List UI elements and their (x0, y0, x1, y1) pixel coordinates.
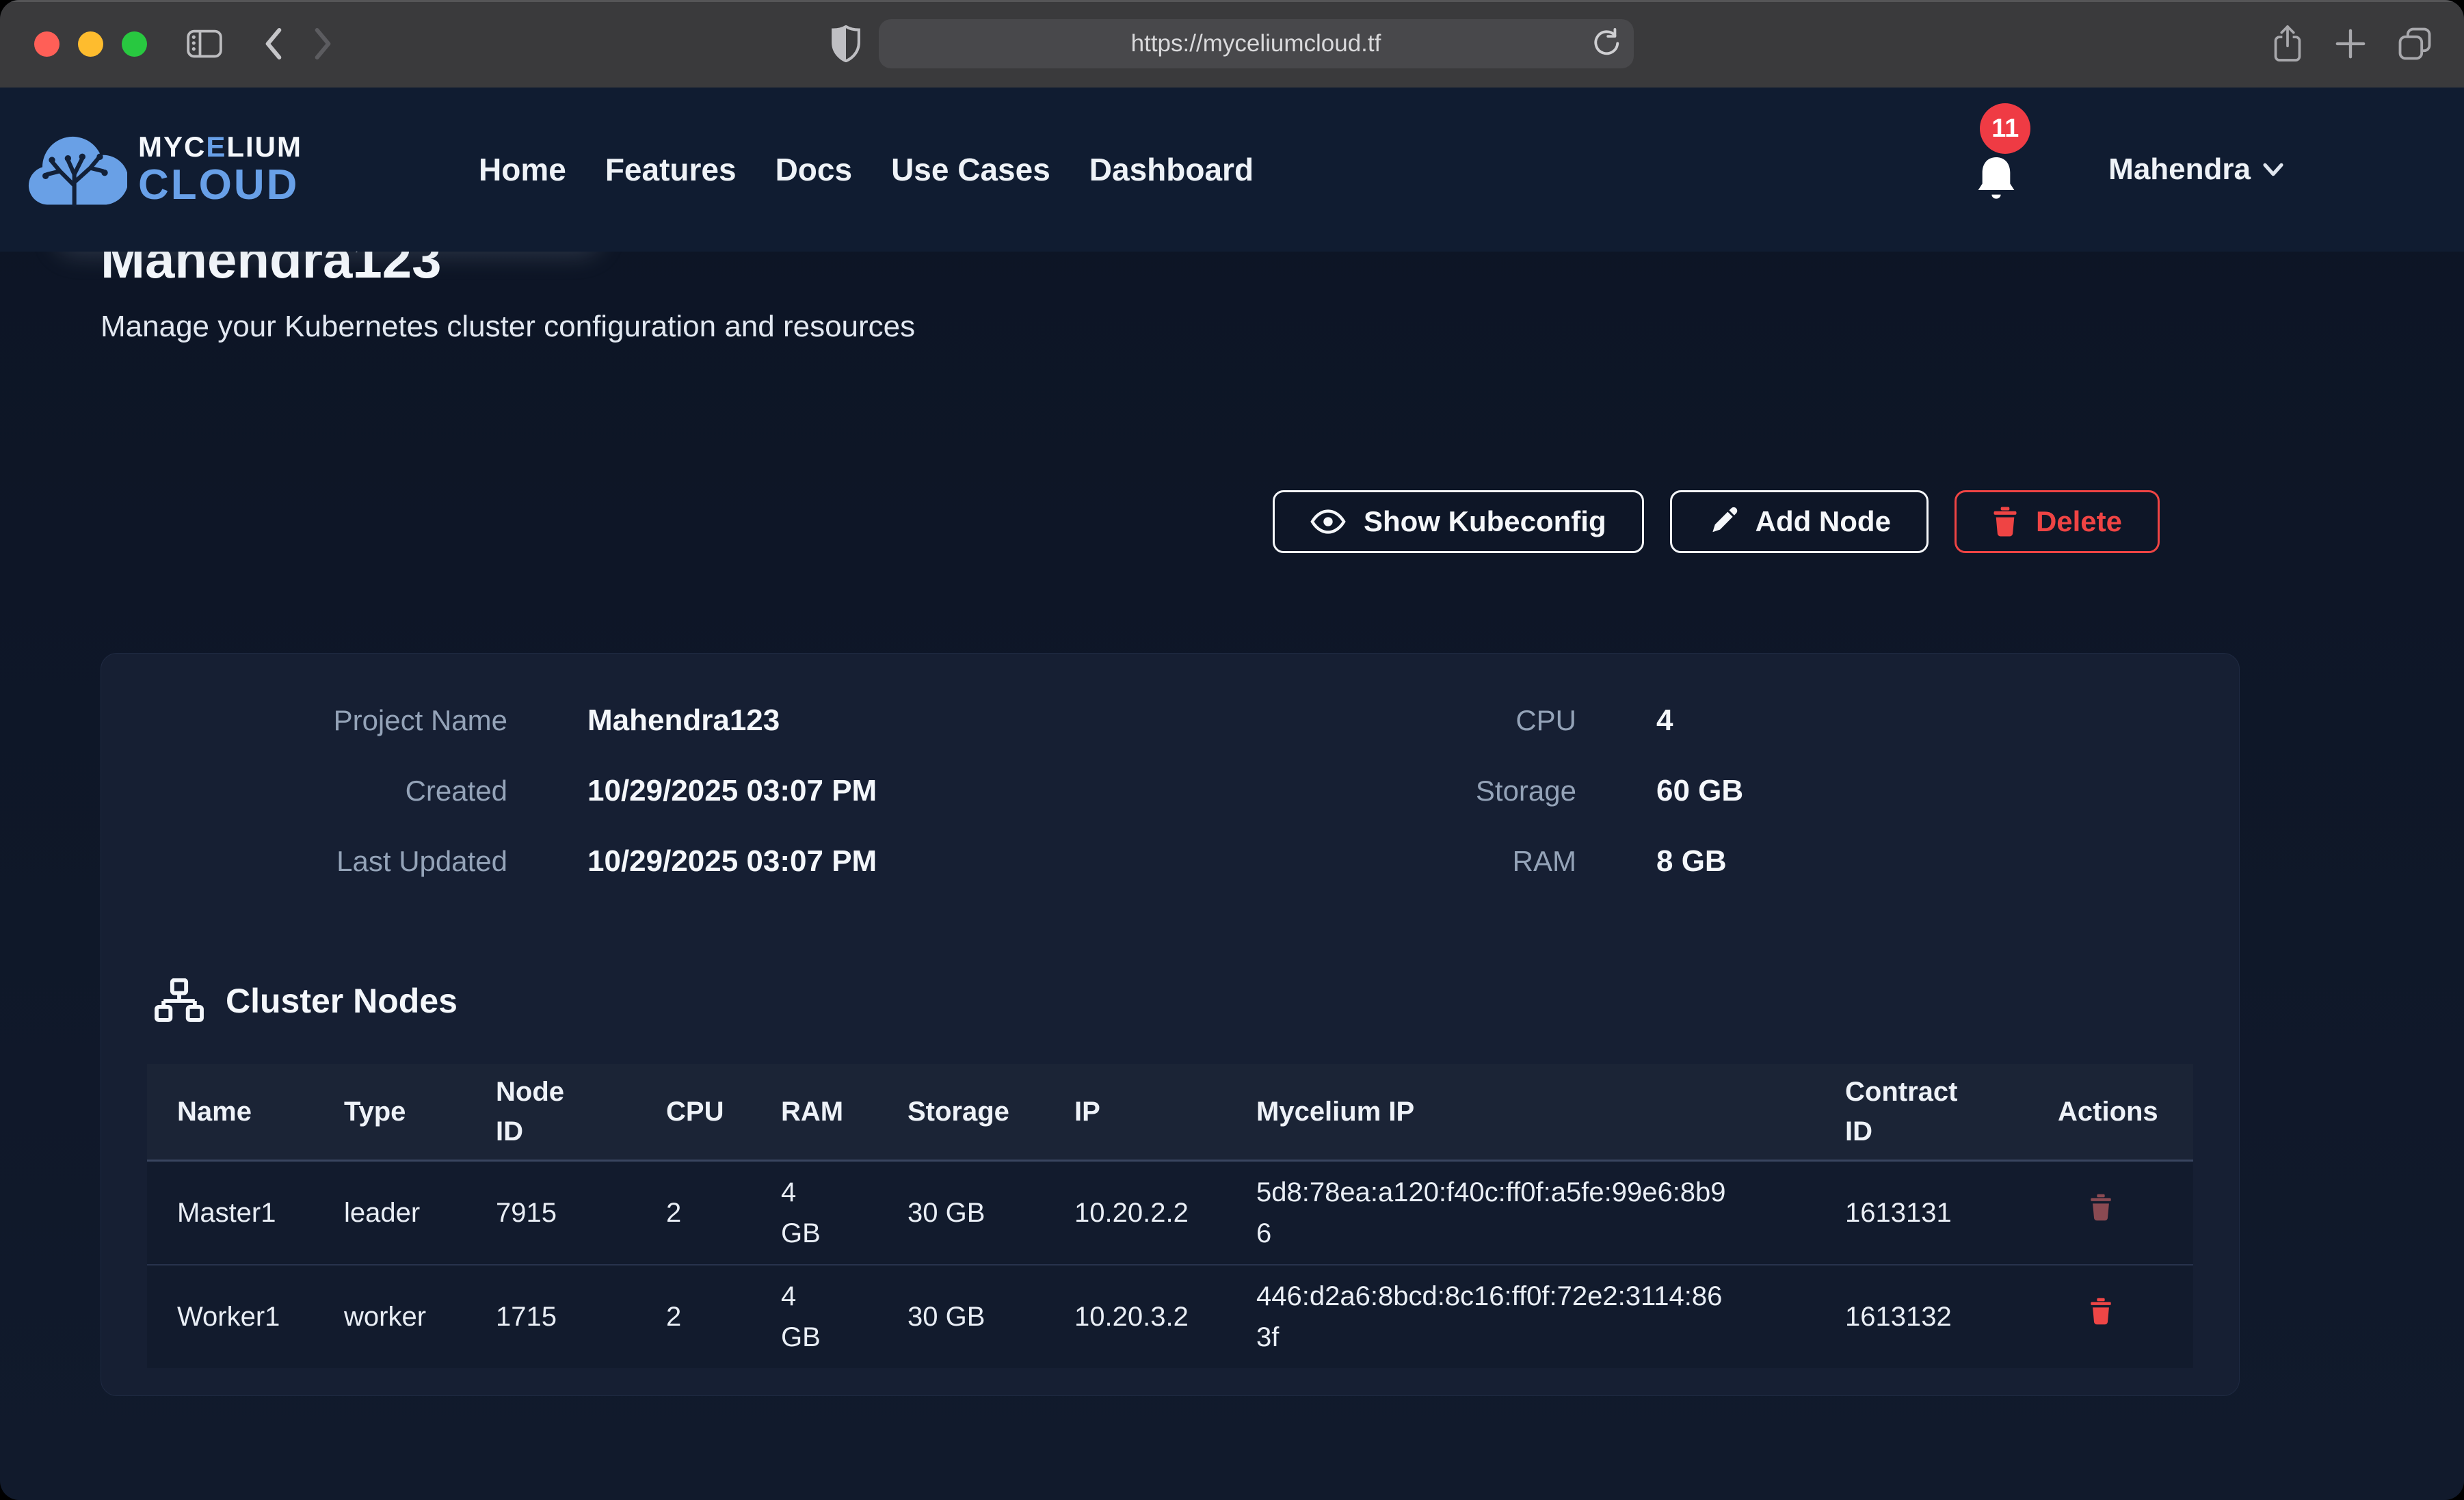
info-row-created: Created 10/29/2025 03:07 PM (101, 772, 1170, 810)
eye-icon (1310, 509, 1346, 534)
mycelium-cloud-logo-icon (25, 122, 127, 217)
brand-logo[interactable]: MYCELIUM CLOUD (25, 122, 302, 217)
cluster-nodes-title: Cluster Nodes (226, 981, 458, 1021)
notification-count-badge: 11 (1980, 103, 2030, 154)
address-bar[interactable]: https://myceliumcloud.tf (879, 19, 1634, 68)
info-row-last-updated: Last Updated 10/29/2025 03:07 PM (101, 842, 1170, 881)
share-icon[interactable] (2271, 25, 2304, 63)
show-kubeconfig-button[interactable]: Show Kubeconfig (1273, 490, 1644, 553)
cell-storage: 30 GB (908, 1265, 1074, 1368)
col-ip: IP (1074, 1064, 1256, 1161)
cluster-info-left: Project Name Mahendra123 Created 10/29/2… (101, 701, 1170, 913)
privacy-shield-icon[interactable] (831, 25, 861, 62)
trash-icon (2089, 1193, 2112, 1222)
new-tab-icon[interactable] (2334, 27, 2367, 60)
cell-mycelium-ip: 446:d2a6:8bcd:8c16:ff0f:72e2:3114:863f (1256, 1265, 1845, 1368)
close-window-button[interactable] (34, 31, 59, 57)
table-header-row: Name Type Node ID CPU RAM Storage IP Myc… (147, 1064, 2193, 1161)
nav-link-home[interactable]: Home (479, 151, 566, 188)
cell-actions (2058, 1160, 2193, 1265)
forward-icon[interactable] (313, 27, 333, 61)
info-row-cpu: CPU 4 (1170, 701, 2239, 740)
cell-type: worker (344, 1265, 496, 1368)
cell-node-id: 1715 (496, 1265, 666, 1368)
traffic-lights (34, 31, 147, 57)
cell-ram: 4 GB (781, 1265, 908, 1368)
cell-mycelium-ip: 5d8:78ea:a120:f40c:ff0f:a5fe:99e6:8b96 (1256, 1160, 1845, 1265)
col-storage: Storage (908, 1064, 1074, 1161)
delete-node-button[interactable] (2058, 1193, 2112, 1222)
info-row-ram: RAM 8 GB (1170, 842, 2239, 881)
safari-window: https://myceliumcloud.tf (0, 0, 2464, 1500)
user-name: Mahendra (2108, 152, 2251, 187)
trash-icon (1992, 506, 2018, 537)
delete-cluster-button[interactable]: Delete (1955, 490, 2160, 553)
sidebar-toggle-icon[interactable] (187, 29, 222, 59)
cell-name: Worker1 (147, 1265, 344, 1368)
col-actions: Actions (2058, 1064, 2193, 1161)
cell-actions (2058, 1265, 2193, 1368)
cell-ip: 10.20.2.2 (1074, 1160, 1256, 1265)
delete-node-button[interactable] (2058, 1297, 2112, 1326)
cell-storage: 30 GB (908, 1160, 1074, 1265)
browser-toolbar: https://myceliumcloud.tf (0, 0, 2464, 88)
cell-type: leader (344, 1160, 496, 1265)
bell-icon (1974, 155, 2018, 204)
pencil-icon (1708, 507, 1738, 537)
info-row-storage: Storage 60 GB (1170, 772, 2239, 810)
tab-overview-icon[interactable] (2397, 26, 2433, 62)
url-text: https://myceliumcloud.tf (1131, 30, 1381, 57)
col-node-id: Node ID (496, 1064, 666, 1161)
cell-contract-id: 1613132 (1845, 1265, 2058, 1368)
back-icon[interactable] (263, 27, 284, 61)
cell-cpu: 2 (666, 1265, 781, 1368)
col-name: Name (147, 1064, 344, 1161)
nav-link-dashboard[interactable]: Dashboard (1089, 151, 1254, 188)
site-navbar: MYCELIUM CLOUD Home Features Docs Use Ca… (0, 88, 2464, 252)
minimize-window-button[interactable] (78, 31, 103, 57)
col-cpu: CPU (666, 1064, 781, 1161)
col-type: Type (344, 1064, 496, 1161)
cluster-actions: Show Kubeconfig Add Node Delete (101, 490, 2240, 553)
zoom-window-button[interactable] (122, 31, 147, 57)
info-row-project-name: Project Name Mahendra123 (101, 701, 1170, 740)
trash-icon (2089, 1297, 2112, 1326)
cluster-nodes-table: Name Type Node ID CPU RAM Storage IP Myc… (147, 1064, 2193, 1368)
cell-contract-id: 1613131 (1845, 1160, 2058, 1265)
add-node-button[interactable]: Add Node (1670, 490, 1929, 553)
col-contract-id: Contract ID (1845, 1064, 2058, 1161)
nav-link-docs[interactable]: Docs (776, 151, 852, 188)
page-subtitle: Manage your Kubernetes cluster configura… (101, 310, 2240, 344)
cluster-info-right: CPU 4 Storage 60 GB RAM 8 GB (1170, 701, 2239, 913)
cluster-info: Project Name Mahendra123 Created 10/29/2… (101, 701, 2239, 913)
cluster-details-panel: Project Name Mahendra123 Created 10/29/2… (101, 653, 2240, 1396)
chevron-down-icon (2263, 163, 2283, 176)
cell-node-id: 7915 (496, 1160, 666, 1265)
cell-ram: 4 GB (781, 1160, 908, 1265)
cell-name: Master1 (147, 1160, 344, 1265)
col-mycelium-ip: Mycelium IP (1256, 1064, 1845, 1161)
table-row: Master1 leader 7915 2 4 GB 30 GB 10.20.2… (147, 1160, 2193, 1265)
nav-link-use-cases[interactable]: Use Cases (891, 151, 1050, 188)
nav-links: Home Features Docs Use Cases Dashboard (479, 151, 1254, 188)
col-ram: RAM (781, 1064, 908, 1161)
network-nodes-icon (155, 978, 204, 1023)
nav-link-features[interactable]: Features (605, 151, 737, 188)
notifications-button[interactable]: 11 (1970, 154, 2022, 204)
user-menu[interactable]: Mahendra (2104, 152, 2288, 187)
cluster-page: Mahendra123 Manage your Kubernetes clust… (0, 231, 2464, 1396)
table-row: Worker1 worker 1715 2 4 GB 30 GB 10.20.3… (147, 1265, 2193, 1368)
brand-wordmark: MYCELIUM CLOUD (138, 133, 302, 206)
cell-cpu: 2 (666, 1160, 781, 1265)
cluster-nodes-header: Cluster Nodes (101, 976, 2239, 1026)
cell-ip: 10.20.3.2 (1074, 1265, 1256, 1368)
reload-icon[interactable] (1590, 28, 1621, 59)
